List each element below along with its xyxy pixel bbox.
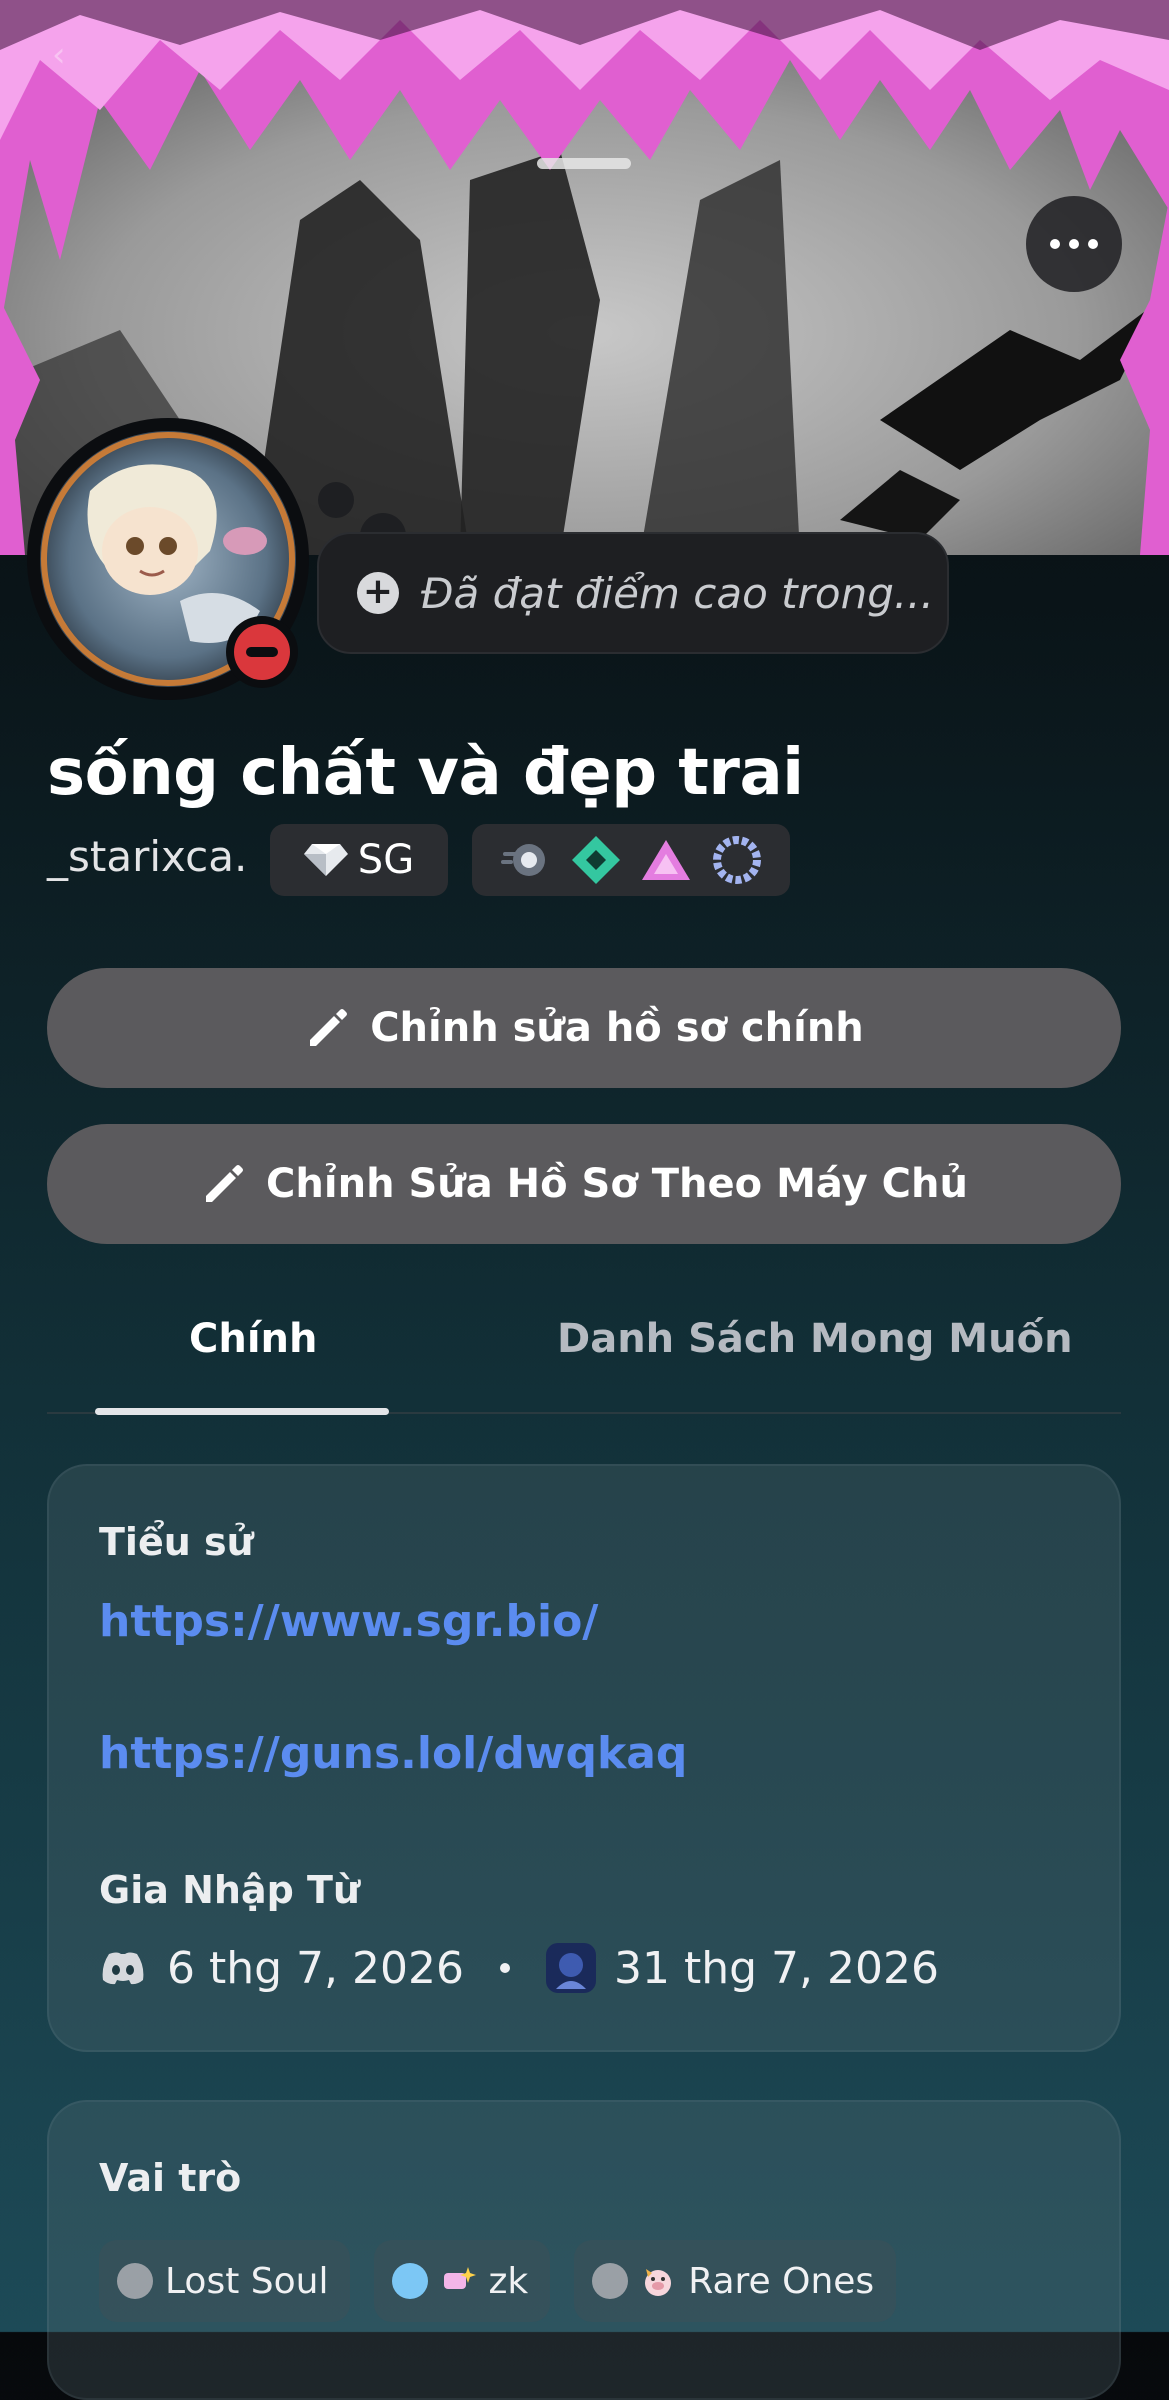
dot <box>1069 239 1079 249</box>
roles-card: Vai trò Lost Soul zk Rare Ones <box>47 2100 1121 2400</box>
username[interactable]: _starixca. <box>47 832 247 881</box>
role-name: Rare Ones <box>688 2260 875 2302</box>
more-options-button[interactable] <box>1026 196 1122 292</box>
discord-icon <box>102 1952 144 1985</box>
pig-emoji-icon <box>645 2269 672 2296</box>
role-color-dot <box>117 2263 153 2299</box>
edit-server-profile-label: Chỉnh Sửa Hồ Sơ Theo Máy Chủ <box>266 1161 968 1207</box>
thought-bubble-dot <box>318 482 354 518</box>
edit-main-profile-button[interactable]: Chỉnh sửa hồ sơ chính <box>47 968 1121 1088</box>
role-chip[interactable]: Lost Soul <box>99 2240 351 2322</box>
role-chip[interactable]: Rare Ones <box>574 2240 897 2322</box>
dnd-icon <box>234 624 290 680</box>
custom-status-bubble[interactable]: + Đã đạt điểm cao trong... <box>317 532 949 654</box>
server-join-date: 31 thg 7, 2026 <box>613 1942 939 1994</box>
pencil-icon <box>310 1009 348 1046</box>
server-tag-badge[interactable]: SG <box>270 824 448 896</box>
edit-server-profile-button[interactable]: Chỉnh Sửa Hồ Sơ Theo Máy Chủ <box>47 1124 1121 1244</box>
member-since-heading: Gia Nhập Từ <box>99 1868 360 1912</box>
speed-orb-badge-icon[interactable] <box>499 834 551 886</box>
discord-join-date: 6 thg 7, 2026 <box>167 1942 464 1994</box>
role-chip[interactable]: zk <box>374 2240 551 2322</box>
separator-dot <box>499 1963 510 1973</box>
back-arrow-icon[interactable]: ‹ <box>52 38 82 72</box>
profile-tabs: Chính Danh Sách Mong Muốn <box>47 1290 1121 1415</box>
green-diamond-badge-icon[interactable] <box>570 834 622 886</box>
member-since-row: 6 thg 7, 2026 31 thg 7, 2026 <box>99 1938 939 1998</box>
pencil-icon <box>206 1165 244 1202</box>
dot <box>1050 239 1060 249</box>
diamond-icon <box>303 844 348 876</box>
add-status-plus-icon: + <box>357 572 399 614</box>
role-list: Lost Soul zk Rare Ones <box>99 2240 897 2322</box>
tab-main[interactable]: Chính <box>189 1316 318 1362</box>
bio-heading: Tiểu sử <box>99 1520 254 1564</box>
server-icon <box>545 1943 596 1993</box>
tab-wishlist[interactable]: Danh Sách Mong Muốn <box>557 1316 1073 1362</box>
sheet-drag-handle[interactable] <box>537 158 631 169</box>
pink-triangle-badge-icon[interactable] <box>640 834 692 886</box>
bio-link[interactable]: https://guns.lol/dwqkaq <box>99 1728 687 1779</box>
badge-list <box>472 824 790 896</box>
active-tab-indicator <box>95 1408 389 1415</box>
dot <box>1088 239 1098 249</box>
about-card: Tiểu sử https://www.sgr.bio/ https://gun… <box>47 1464 1121 2052</box>
bio-link[interactable]: https://www.sgr.bio/ <box>99 1596 598 1647</box>
custom-status-text: Đã đạt điểm cao trong... <box>421 568 934 618</box>
laurel-badge-icon[interactable] <box>711 834 763 886</box>
roles-heading: Vai trò <box>99 2156 242 2200</box>
dnd-status-indicator <box>226 616 298 688</box>
sparkle-emoji-icon <box>444 2267 477 2289</box>
role-name: Lost Soul <box>165 2260 329 2302</box>
role-color-dot <box>592 2263 629 2299</box>
server-tag-text: SG <box>357 837 415 883</box>
role-color-dot <box>392 2263 429 2299</box>
edit-main-profile-label: Chỉnh sửa hồ sơ chính <box>370 1005 864 1051</box>
display-name: sống chất và đẹp trai <box>47 736 804 810</box>
role-name: zk <box>488 2260 529 2302</box>
